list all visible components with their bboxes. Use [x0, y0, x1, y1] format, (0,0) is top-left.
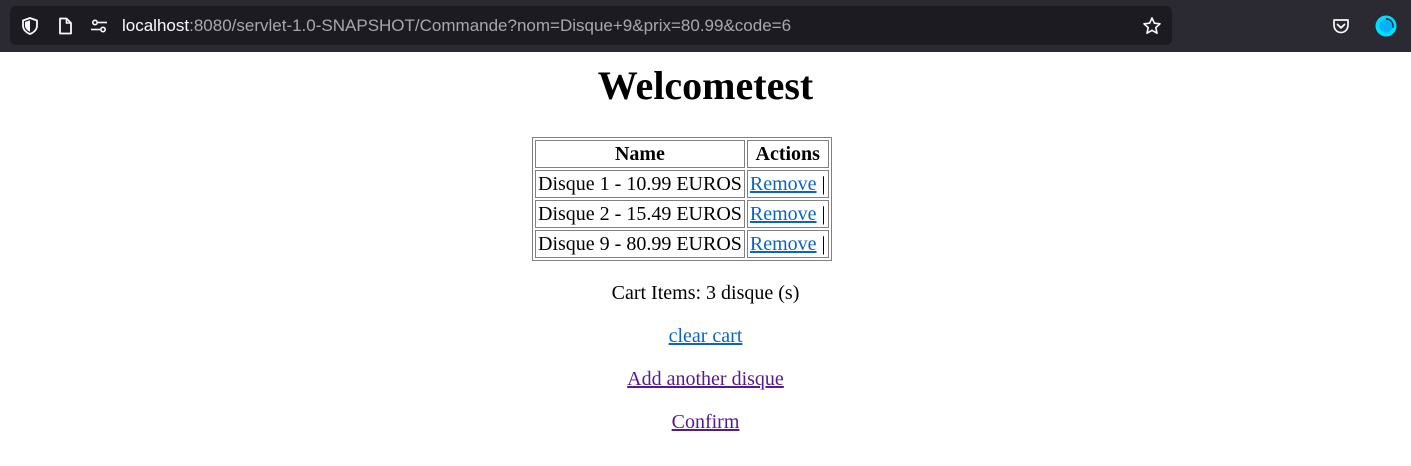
actions-cell: Remove |	[746, 170, 829, 198]
item-name-cell: Disque 1 - 10.99 EUROS	[535, 170, 745, 198]
url-path: :8080/servlet-1.0-SNAPSHOT/Commande?nom=…	[189, 16, 792, 35]
add-another-row: Add another disque	[0, 367, 1411, 391]
bookmark-star-icon[interactable]	[1142, 16, 1162, 36]
table-row: Disque 2 - 15.49 EUROS Remove |	[535, 200, 829, 228]
actions-cell: Remove |	[746, 230, 829, 258]
permissions-icon[interactable]	[89, 16, 109, 36]
actions-cell: Remove |	[746, 200, 829, 228]
table-header-row: Name Actions	[535, 140, 829, 168]
account-avatar-icon[interactable]	[1375, 15, 1397, 37]
column-header-actions: Actions	[746, 140, 829, 168]
item-name-cell: Disque 9 - 80.99 EUROS	[535, 230, 745, 258]
remove-link[interactable]: Remove	[750, 233, 817, 255]
item-name-cell: Disque 2 - 15.49 EUROS	[535, 200, 745, 228]
page-icon[interactable]	[55, 16, 75, 36]
browser-toolbar: localhost:8080/servlet-1.0-SNAPSHOT/Comm…	[0, 0, 1411, 52]
shield-icon[interactable]	[20, 16, 40, 36]
page-title: Welcometest	[597, 63, 814, 108]
add-another-disque-link[interactable]: Add another disque	[627, 368, 784, 390]
separator: |	[821, 232, 826, 255]
table-row: Disque 9 - 80.99 EUROS Remove |	[535, 230, 829, 258]
page-content: Welcometest Name Actions Disque 1 - 10.9…	[0, 52, 1411, 466]
pocket-icon[interactable]	[1330, 15, 1352, 37]
table-row: Disque 1 - 10.99 EUROS Remove |	[535, 170, 829, 198]
column-header-name: Name	[535, 140, 745, 168]
cart-items-count: Cart Items: 3 disque (s)	[611, 282, 800, 304]
cart-table: Name Actions Disque 1 - 10.99 EUROS Remo…	[532, 137, 832, 261]
url-text[interactable]: localhost:8080/servlet-1.0-SNAPSHOT/Comm…	[122, 15, 791, 37]
separator: |	[821, 172, 826, 195]
clear-cart-row: clear cart	[0, 324, 1411, 348]
confirm-row: Confirm	[0, 410, 1411, 434]
separator: |	[821, 202, 826, 225]
confirm-link[interactable]: Confirm	[672, 411, 740, 433]
url-host: localhost	[122, 16, 190, 35]
clear-cart-link[interactable]: clear cart	[669, 325, 743, 347]
remove-link[interactable]: Remove	[750, 173, 817, 195]
url-bar[interactable]: localhost:8080/servlet-1.0-SNAPSHOT/Comm…	[10, 6, 1172, 45]
remove-link[interactable]: Remove	[750, 203, 817, 225]
